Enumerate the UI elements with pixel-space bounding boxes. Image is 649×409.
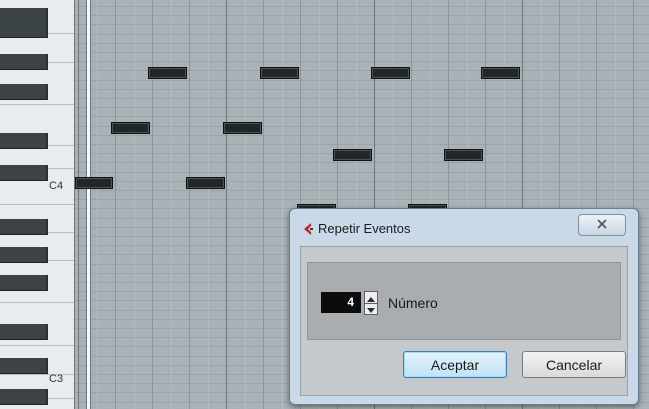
white-key-divider <box>0 302 74 303</box>
close-button[interactable] <box>578 214 626 236</box>
black-key[interactable] <box>0 247 48 263</box>
close-icon <box>596 216 608 234</box>
pitch-row-line <box>75 24 649 25</box>
black-key[interactable] <box>0 275 48 291</box>
midi-note-event[interactable] <box>444 149 483 161</box>
midi-note-event[interactable] <box>223 122 262 134</box>
dialog-title: Repetir Eventos <box>318 221 411 236</box>
black-key[interactable] <box>0 54 48 70</box>
black-key[interactable] <box>0 358 48 374</box>
black-key[interactable] <box>0 324 48 340</box>
pitch-row-line <box>75 6 649 7</box>
cubase-logo-icon <box>302 222 314 241</box>
repeat-events-dialog: Repetir Eventos 4 Número Aceptar Cancela… <box>289 208 639 405</box>
pitch-row-line <box>75 34 649 35</box>
black-key[interactable] <box>0 84 48 100</box>
pitch-row-line <box>75 107 649 108</box>
pitch-row-line <box>75 144 649 145</box>
black-key[interactable] <box>0 22 48 38</box>
grid-line <box>78 0 79 409</box>
midi-note-event[interactable] <box>148 67 187 79</box>
pitch-row-line <box>75 116 649 117</box>
white-key-divider <box>0 204 74 205</box>
pitch-row-line <box>75 89 649 90</box>
parameters-group: 4 Número <box>307 262 621 340</box>
pitch-row-line <box>75 190 649 191</box>
grid-line <box>189 0 190 409</box>
pitch-row-line <box>75 43 649 44</box>
cancel-button[interactable]: Cancelar <box>522 351 626 378</box>
accept-button[interactable]: Aceptar <box>403 351 507 378</box>
grid-line <box>208 0 209 409</box>
dialog-body: 4 Número Aceptar Cancelar <box>300 246 628 396</box>
grid-line <box>226 0 227 409</box>
key-editor: C4 C3 Repetir Eventos 4 Número Aceptar C… <box>0 0 649 409</box>
decrement-button[interactable] <box>365 303 377 314</box>
grid-line <box>134 0 135 409</box>
pitch-row-line <box>75 135 649 136</box>
midi-note-event[interactable] <box>371 67 410 79</box>
midi-note-event[interactable] <box>111 122 150 134</box>
grid-line <box>115 0 116 409</box>
note-label-c4: C4 <box>49 180 64 192</box>
pitch-row-line <box>75 199 649 200</box>
black-key[interactable] <box>0 165 48 181</box>
number-stepper[interactable] <box>364 291 378 315</box>
pitch-row-line <box>75 126 649 127</box>
midi-note-event[interactable] <box>186 177 225 189</box>
pitch-row-line <box>75 172 649 173</box>
number-value-field[interactable]: 4 <box>321 292 361 313</box>
grid-line <box>171 0 172 409</box>
grid-line <box>152 0 153 409</box>
white-key-divider <box>0 104 74 105</box>
note-label-c3: C3 <box>49 373 64 385</box>
pitch-row-line <box>75 181 649 182</box>
piano-keyboard[interactable]: C4 C3 <box>0 0 75 409</box>
number-label: Número <box>388 295 438 311</box>
black-key[interactable] <box>0 219 48 235</box>
pitch-row-line <box>75 162 649 163</box>
black-key[interactable] <box>0 389 48 405</box>
playhead-cursor[interactable] <box>86 0 91 409</box>
pitch-row-line <box>75 15 649 16</box>
grid-line <box>245 0 246 409</box>
grid-line <box>263 0 264 409</box>
midi-note-event[interactable] <box>481 67 520 79</box>
midi-note-event[interactable] <box>75 177 113 189</box>
pitch-row-line <box>75 61 649 62</box>
grid-line <box>282 0 283 409</box>
pitch-row-line <box>75 98 649 99</box>
chevron-down-icon <box>367 300 375 318</box>
white-key-divider <box>0 345 74 346</box>
dialog-titlebar[interactable]: Repetir Eventos <box>290 209 638 245</box>
pitch-row-line <box>75 80 649 81</box>
grid-line <box>97 0 98 409</box>
midi-note-event[interactable] <box>260 67 299 79</box>
pitch-row-line <box>75 52 649 53</box>
midi-note-event[interactable] <box>333 149 372 161</box>
black-key[interactable] <box>0 133 48 149</box>
